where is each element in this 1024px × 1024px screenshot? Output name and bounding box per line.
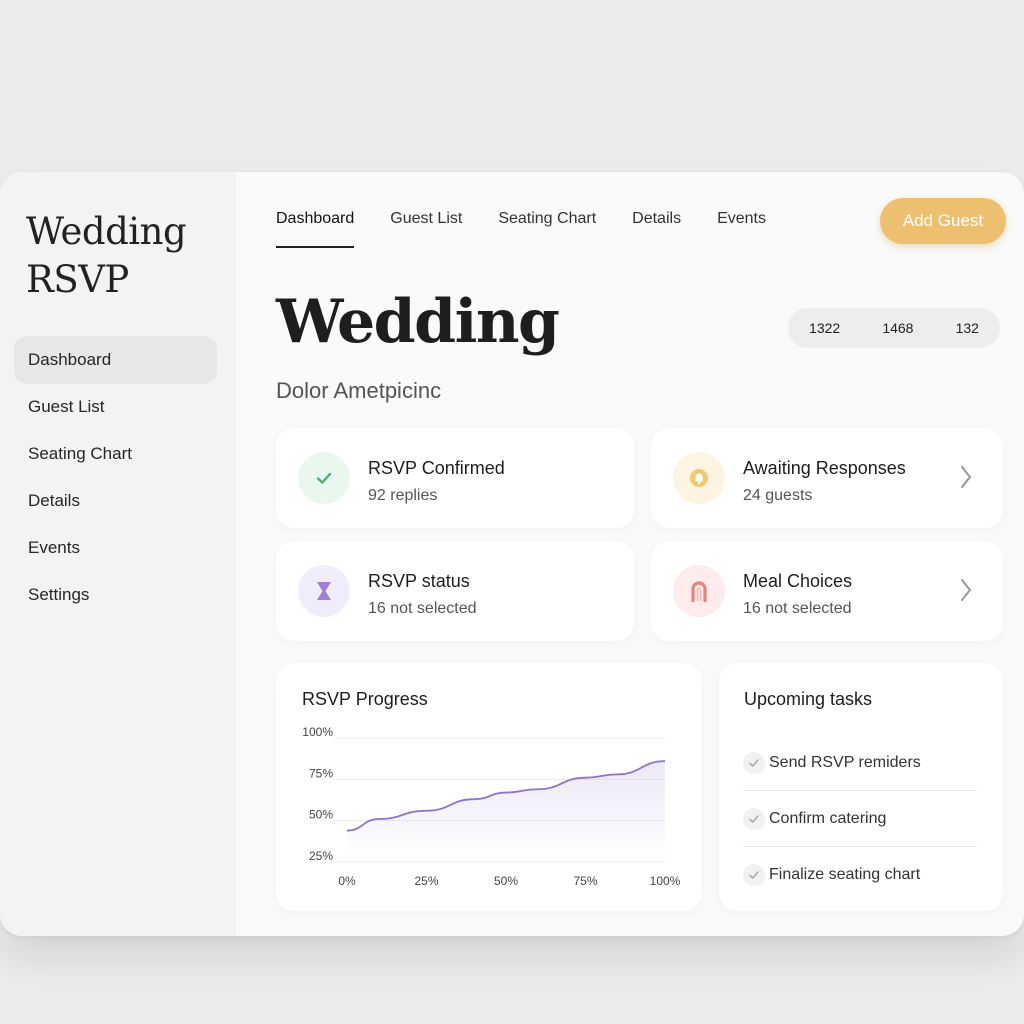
card-subtitle: 16 not selected [368, 600, 477, 617]
tab-dashboard[interactable]: Dashboard [276, 210, 355, 248]
card-meal-choices[interactable]: Meal Choices 16 not selected [651, 541, 1003, 641]
brand-line-1: Wedding [26, 210, 187, 253]
add-guest-button[interactable]: Add Guest [880, 198, 1006, 244]
card-subtitle: 92 replies [368, 487, 438, 504]
page-subtitle: Dolor Ametpicinc [276, 378, 442, 403]
check-icon[interactable] [743, 807, 765, 830]
stat-value-2: 1468 [882, 320, 914, 336]
panel-title: Upcoming tasks [744, 689, 873, 709]
y-tick-label: 100% [302, 725, 333, 739]
area-fill [347, 761, 665, 862]
sidebar-item-guest-list[interactable]: Guest List [14, 383, 217, 431]
task-item[interactable]: Finalize seating chart [743, 847, 977, 903]
sidebar: Wedding RSVP Dashboard Guest List Seatin… [0, 172, 236, 936]
card-subtitle: 16 not selected [743, 600, 852, 617]
brand-title: Wedding RSVP [0, 208, 236, 304]
upcoming-tasks-panel: Upcoming tasks Send RSVP remiders Confir… [719, 663, 1003, 911]
task-label: Send RSVP remiders [769, 753, 921, 771]
app-window: Wedding RSVP Dashboard Guest List Seatin… [0, 172, 1024, 936]
rsvp-progress-chart: 100% 75% 50% 25% 0% 25% 50% 75% 100% [302, 725, 681, 888]
tab-events[interactable]: Events [717, 210, 766, 248]
check-icon[interactable] [743, 751, 765, 774]
card-rsvp-status[interactable]: RSVP status 16 not selected [276, 541, 634, 641]
card-awaiting-responses[interactable]: Awaiting Responses 24 guests [651, 428, 1003, 528]
tab-details[interactable]: Details [632, 210, 681, 248]
x-tick-label: 50% [494, 874, 518, 888]
chevron-right-icon[interactable] [959, 464, 973, 490]
x-tick-label: 100% [650, 874, 681, 888]
tab-seating-chart[interactable]: Seating Chart [498, 210, 596, 248]
card-rsvp-confirmed[interactable]: RSVP Confirmed 92 replies [276, 428, 634, 528]
top-tabs: Dashboard Guest List Seating Chart Detai… [276, 210, 802, 248]
sidebar-item-dashboard[interactable]: Dashboard [14, 336, 217, 384]
x-tick-label: 25% [414, 874, 438, 888]
sidebar-item-settings[interactable]: Settings [14, 571, 217, 619]
check-icon [298, 452, 350, 504]
hourglass-icon [298, 565, 350, 617]
stat-value-3: 132 [955, 320, 979, 336]
chevron-right-icon[interactable] [959, 577, 973, 603]
task-item[interactable]: Send RSVP remiders [743, 735, 977, 791]
brand-line-2: RSVP [26, 258, 129, 301]
check-icon[interactable] [743, 864, 765, 886]
task-label: Finalize seating chart [769, 866, 921, 883]
stat-value-1: 1322 [809, 320, 841, 336]
task-label: Confirm catering [769, 809, 887, 827]
bell-icon [673, 452, 725, 504]
task-item[interactable]: Confirm catering [743, 791, 977, 847]
y-tick-label: 75% [309, 766, 333, 780]
main-content: Dashboard Guest List Seating Chart Detai… [236, 172, 1024, 936]
y-tick-label: 50% [309, 808, 333, 822]
sidebar-item-events[interactable]: Events [14, 524, 217, 572]
x-tick-label: 75% [573, 874, 597, 888]
stats-pill: 1322 1468 132 [788, 308, 1000, 348]
meal-icon [673, 565, 725, 617]
card-title: RSVP status [368, 571, 470, 591]
card-title: Awaiting Responses [743, 458, 906, 478]
tab-guest-list[interactable]: Guest List [390, 210, 462, 248]
card-subtitle: 24 guests [743, 487, 813, 504]
card-title: Meal Choices [743, 571, 853, 591]
sidebar-item-details[interactable]: Details [14, 477, 217, 525]
x-tick-label: 0% [338, 874, 356, 888]
rsvp-progress-panel: RSVP Progress 100% 75% 50% 25% 0% 25% 50% 75% 10… [276, 663, 702, 911]
sidebar-item-seating-chart[interactable]: Seating Chart [14, 430, 217, 478]
y-tick-label: 25% [309, 849, 333, 863]
sidebar-nav: Dashboard Guest List Seating Chart Detai… [0, 336, 236, 619]
page-title: Wedding [276, 287, 560, 357]
card-title: RSVP Confirmed [368, 458, 505, 478]
